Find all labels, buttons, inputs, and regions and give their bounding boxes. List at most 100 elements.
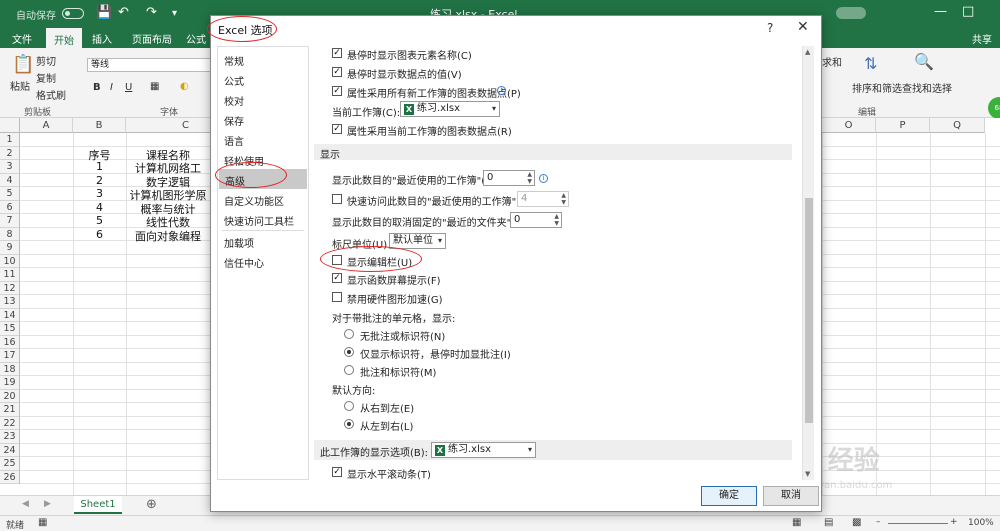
cell-seq[interactable]: 5 (73, 214, 126, 227)
all-charts-checkbox[interactable]: ✓ (332, 86, 342, 96)
column-header-b[interactable]: B (73, 118, 126, 133)
unpinned-folders-spinner[interactable]: 0 ▲ ▼ (510, 212, 562, 228)
row-header[interactable]: 21 (0, 403, 20, 417)
minimize-icon[interactable]: — (934, 4, 947, 19)
row-header[interactable]: 24 (0, 443, 20, 457)
left-to-right-radio[interactable] (344, 419, 354, 429)
scroll-down-icon[interactable]: ▼ (805, 470, 810, 478)
zoom-level[interactable]: 100% (968, 518, 994, 528)
select-all-corner[interactable] (0, 118, 20, 133)
nav-item-general[interactable]: 常规 (224, 53, 244, 68)
copy-button[interactable]: 复制 (36, 70, 56, 85)
borders-icon[interactable]: ▦ (150, 81, 159, 92)
redo-icon[interactable]: ↷ (146, 5, 157, 20)
bold-icon[interactable]: B (93, 82, 101, 93)
normal-view-icon[interactable]: ▦ (792, 517, 801, 528)
nav-item-quick-access-toolbar[interactable]: 快速访问工具栏 (224, 213, 294, 228)
row-header[interactable]: 9 (0, 241, 20, 255)
row-header[interactable]: 25 (0, 457, 20, 471)
right-to-left-radio[interactable] (344, 401, 354, 411)
row-header[interactable]: 12 (0, 281, 20, 295)
save-icon[interactable]: 💾 (96, 5, 112, 20)
spinner-arrows-icon[interactable]: ▲ ▼ (561, 192, 566, 206)
close-icon[interactable]: ✕ (797, 19, 809, 35)
quick-access-spinner[interactable]: 4 ▲ ▼ (517, 191, 569, 207)
scroll-right-icon[interactable]: ▶ (44, 499, 51, 509)
cancel-button[interactable]: 取消 (763, 486, 819, 506)
row-header[interactable]: 8 (0, 227, 20, 241)
quick-access-checkbox[interactable] (332, 194, 342, 204)
add-sheet-icon[interactable]: ⊕ (146, 497, 157, 512)
nav-item-proofing[interactable]: 校对 (224, 93, 244, 108)
row-header[interactable]: 16 (0, 335, 20, 349)
row-header[interactable]: 22 (0, 416, 20, 430)
nav-item-formulas[interactable]: 公式 (224, 73, 244, 88)
undo-icon[interactable]: ↶ (118, 5, 129, 20)
row-header[interactable]: 2 (0, 146, 20, 160)
macro-record-icon[interactable]: ▦ (38, 517, 47, 528)
find-select-button[interactable]: 查找和选择 (902, 80, 952, 95)
nav-item-language[interactable]: 语言 (224, 133, 244, 148)
nav-item-customize-ribbon[interactable]: 自定义功能区 (224, 193, 284, 208)
autosave-toggle[interactable] (62, 8, 84, 19)
zoom-in-icon[interactable]: + (950, 517, 958, 527)
user-account-icon[interactable] (836, 7, 866, 19)
ok-button[interactable]: 确定 (701, 486, 757, 506)
nav-item-save[interactable]: 保存 (224, 113, 244, 128)
paste-button[interactable]: 粘贴 (10, 78, 30, 93)
tab-insert[interactable]: 插入 (92, 31, 112, 46)
italic-icon[interactable]: I (110, 82, 113, 93)
customize-qat-icon[interactable]: ▾ (172, 8, 177, 19)
comments-and-indicators-radio[interactable] (344, 365, 354, 375)
column-header-q[interactable]: Q (930, 118, 985, 133)
h-scrollbar-checkbox[interactable]: ✓ (332, 467, 342, 477)
fill-color-icon[interactable]: ◐ (180, 81, 189, 92)
cell-course[interactable]: 面向对象编程 (126, 228, 210, 244)
cut-button[interactable]: 剪切 (36, 53, 56, 68)
tab-page-layout[interactable]: 页面布局 (132, 31, 172, 46)
function-tips-checkbox[interactable]: ✓ (332, 273, 342, 283)
no-comments-radio[interactable] (344, 329, 354, 339)
ruler-units-select[interactable]: 默认单位 ▾ (389, 233, 446, 249)
row-header[interactable]: 3 (0, 160, 20, 174)
column-header-p[interactable]: P (876, 118, 930, 133)
indicators-only-radio[interactable] (344, 347, 354, 357)
nav-item-add-ins[interactable]: 加载项 (224, 235, 254, 250)
tab-home[interactable]: 开始 (46, 28, 82, 48)
zoom-out-icon[interactable]: – (876, 517, 881, 527)
autosum-button[interactable]: 求和 (822, 54, 842, 69)
cell-seq[interactable]: 6 (73, 228, 126, 241)
cell-seq[interactable]: 2 (73, 174, 126, 187)
tab-formulas[interactable]: 公式 (186, 31, 206, 46)
zoom-slider[interactable] (888, 523, 948, 524)
scroll-thumb[interactable] (805, 198, 813, 423)
cell-seq[interactable]: 1 (73, 160, 126, 173)
scroll-up-icon[interactable]: ▲ (805, 48, 810, 56)
page-layout-view-icon[interactable]: ▤ (824, 517, 833, 528)
hover-element-name-checkbox[interactable]: ✓ (332, 48, 342, 58)
row-header[interactable]: 18 (0, 362, 20, 376)
workbook-display-select[interactable]: X 练习.xlsx ▾ (431, 442, 536, 458)
find-icon[interactable]: 🔍 (914, 52, 934, 71)
row-header[interactable]: 7 (0, 214, 20, 228)
row-header[interactable]: 15 (0, 322, 20, 336)
share-button[interactable]: 共享 (972, 31, 992, 46)
current-workbook-select[interactable]: X 练习.xlsx ▾ (400, 101, 500, 117)
paste-icon[interactable]: 📋 (12, 54, 34, 75)
spinner-arrows-icon[interactable]: ▲ ▼ (554, 213, 559, 227)
row-header[interactable]: 4 (0, 173, 20, 187)
sheet-tab-sheet1[interactable]: Sheet1 (74, 496, 122, 514)
format-painter-button[interactable]: 格式刷 (36, 87, 66, 102)
underline-icon[interactable]: U (125, 82, 132, 93)
row-header[interactable]: 10 (0, 254, 20, 268)
row-header[interactable]: 14 (0, 308, 20, 322)
spinner-arrows-icon[interactable]: ▲ ▼ (527, 171, 532, 185)
nav-item-trust-center[interactable]: 信任中心 (224, 255, 264, 270)
row-header[interactable]: 1 (0, 133, 20, 147)
help-icon[interactable]: ? (767, 21, 773, 35)
page-break-view-icon[interactable]: ▩ (852, 517, 861, 528)
row-header[interactable]: 20 (0, 389, 20, 403)
cell-seq[interactable]: 3 (73, 187, 126, 200)
hardware-accel-checkbox[interactable] (332, 292, 342, 302)
column-header-o[interactable]: O (822, 118, 876, 133)
